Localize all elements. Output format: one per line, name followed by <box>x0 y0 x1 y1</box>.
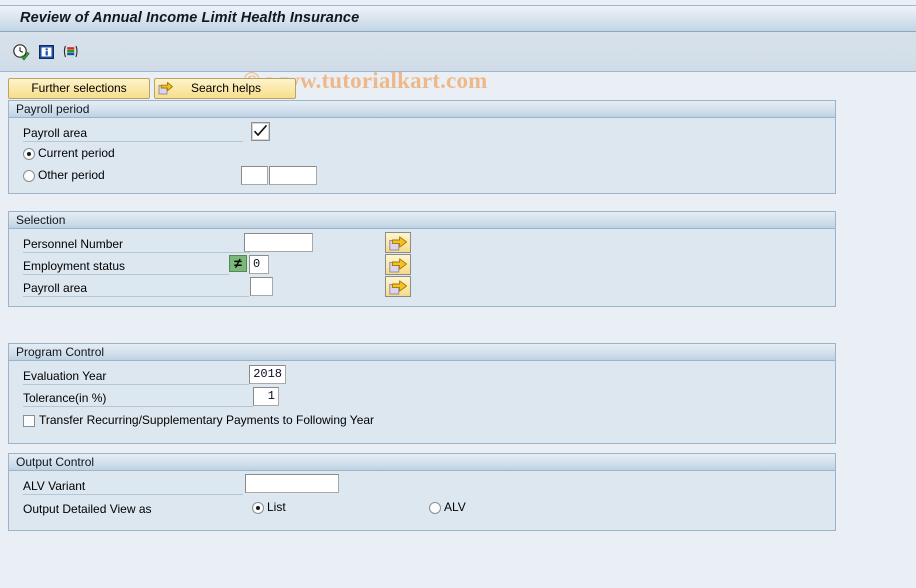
employment-status-label-rule <box>23 274 229 275</box>
other-period-field-2[interactable] <box>269 166 317 185</box>
payroll-period-header: Payroll period <box>9 101 835 118</box>
search-helps-button[interactable]: Search helps <box>154 78 296 99</box>
transfer-payments-checkbox-box <box>23 414 35 427</box>
tolerance-input[interactable]: 1 <box>253 387 279 406</box>
transfer-payments-label: Transfer Recurring/Supplementary Payment… <box>39 413 375 427</box>
output-option-alv-radio[interactable]: ALV <box>429 501 466 514</box>
output-control-body: ALV Variant Output Detailed View as List… <box>9 471 835 531</box>
transfer-payments-checkbox[interactable]: Transfer Recurring/Supplementary Payment… <box>23 414 374 427</box>
output-option-list-label: List <box>267 500 286 514</box>
personnel-number-label-rule <box>23 252 250 253</box>
program-control-panel: Program Control Evaluation Year 2018 Tol… <box>8 343 836 444</box>
color-bars-icon[interactable] <box>62 43 80 61</box>
personnel-number-label: Personnel Number <box>23 237 124 251</box>
tolerance-label-rule <box>23 406 253 407</box>
information-icon[interactable] <box>38 43 56 61</box>
evaluation-year-label: Evaluation Year <box>23 369 107 383</box>
alv-variant-label: ALV Variant <box>23 479 86 493</box>
execute-clock-icon[interactable] <box>12 43 30 61</box>
employment-status-label: Employment status <box>23 259 126 273</box>
payroll-area-label: Payroll area <box>23 126 88 140</box>
alv-variant-label-rule <box>23 494 243 495</box>
selection-payroll-area-input[interactable] <box>250 277 273 296</box>
selection-body: Personnel Number Employment status ≠ 0 P… <box>9 229 835 307</box>
current-period-radio[interactable]: Current period <box>23 147 115 160</box>
employment-status-operator-icon[interactable]: ≠ <box>229 255 247 272</box>
application-toolbar: © www.tutorialkart.com <box>0 32 916 93</box>
employment-status-input[interactable]: 0 <box>249 255 269 274</box>
other-period-field-1[interactable] <box>241 166 268 185</box>
output-option-list-radio-dot <box>252 501 264 514</box>
other-period-radio[interactable]: Other period <box>23 169 105 182</box>
page-title: Review of Annual Income Limit Health Ins… <box>20 10 360 26</box>
tolerance-label: Tolerance(in %) <box>23 391 107 405</box>
selection-payroll-area-label: Payroll area <box>23 281 88 295</box>
payroll-period-panel: Payroll period Payroll area Current peri… <box>8 100 836 194</box>
output-option-alv-radio-dot <box>429 501 441 514</box>
current-period-label: Current period <box>38 146 115 160</box>
selection-header: Selection <box>9 212 835 229</box>
further-selections-button[interactable]: Further selections <box>8 78 150 99</box>
window-title-bar: Review of Annual Income Limit Health Ins… <box>0 5 916 32</box>
employment-status-operator-glyph: ≠ <box>234 255 242 271</box>
selection-panel: Selection Personnel Number Employment st… <box>8 211 836 307</box>
payroll-period-body: Payroll area Current period Other period <box>9 118 835 194</box>
output-detailed-view-label: Output Detailed View as <box>23 502 152 516</box>
other-period-label: Other period <box>38 168 105 182</box>
selection-payroll-area-multi-select-button[interactable] <box>385 276 411 297</box>
search-helps-arrow-icon <box>158 80 174 96</box>
output-control-panel: Output Control ALV Variant Output Detail… <box>8 453 836 531</box>
selection-payroll-area-label-rule <box>23 296 249 297</box>
employment-status-multi-select-button[interactable] <box>385 254 411 275</box>
evaluation-year-input[interactable]: 2018 <box>249 365 286 384</box>
program-control-header: Program Control <box>9 344 835 361</box>
other-period-radio-dot <box>23 169 35 182</box>
output-option-list-radio[interactable]: List <box>252 501 286 514</box>
payroll-area-checkbox-button[interactable] <box>251 122 270 141</box>
personnel-number-multi-select-button[interactable] <box>385 232 411 253</box>
personnel-number-input[interactable] <box>244 233 313 252</box>
payroll-area-label-rule <box>23 141 243 142</box>
current-period-radio-dot <box>23 147 35 160</box>
alv-variant-input[interactable] <box>245 474 339 493</box>
output-control-header: Output Control <box>9 454 835 471</box>
program-control-body: Evaluation Year 2018 Tolerance(in %) 1 T… <box>9 361 835 444</box>
output-option-alv-label: ALV <box>444 500 466 514</box>
evaluation-year-label-rule <box>23 384 249 385</box>
